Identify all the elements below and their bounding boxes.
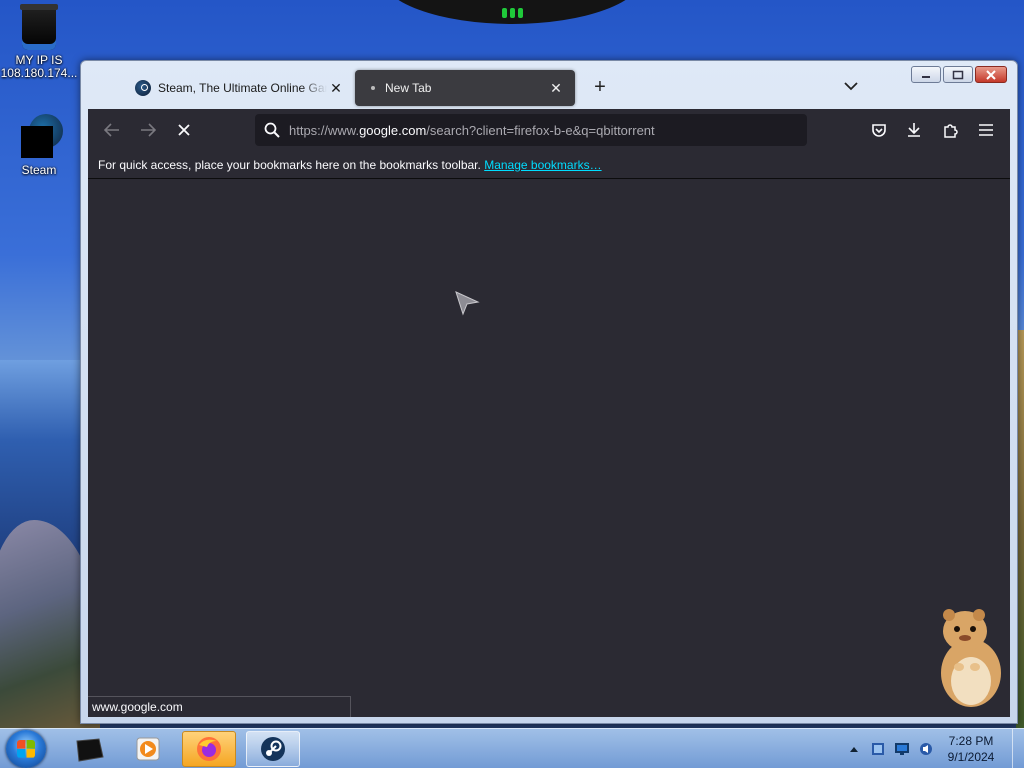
manage-bookmarks-link[interactable]: Manage bookmarks… [484,158,601,172]
tab-new-tab[interactable]: New Tab ✕ [355,70,575,106]
search-icon [255,122,289,138]
taskbar-steam[interactable] [246,731,300,767]
hamburger-menu-icon [979,124,993,136]
file-manager-icon [76,738,104,762]
loading-dot-icon [371,86,375,90]
forward-arrow-icon [141,123,156,137]
page-content[interactable]: www.google.com [88,180,1010,717]
taskbar-file-manager[interactable] [62,731,116,767]
back-arrow-icon [104,123,119,137]
monitor-icon [895,743,909,755]
book-icon [872,743,884,755]
status-bar-url: www.google.com [88,696,351,717]
clock-time: 7:28 PM [948,734,994,748]
hamster-sticker [941,609,1001,707]
bookmarks-message: For quick access, place your bookmarks h… [98,158,481,172]
tab-steam[interactable]: Steam, The Ultimate Online Game Platform… [125,70,355,106]
forward-button[interactable] [135,118,161,142]
status-led [498,8,526,18]
tray-network-icon[interactable] [890,737,914,761]
taskbar-media-player[interactable] [121,731,175,767]
show-hidden-icons-button[interactable] [842,737,866,761]
taskbar-clock[interactable]: 7:28 PM 9/1/2024 [938,733,1004,765]
list-all-tabs-button[interactable] [841,78,861,98]
chevron-down-icon [844,82,858,91]
media-player-icon [136,737,160,761]
tab-title: New Tab [385,81,432,95]
bookmarks-toolbar: For quick access, place your bookmarks h… [88,151,1010,179]
puzzle-icon [944,124,958,138]
steam-icon [135,80,151,96]
extensions-button[interactable] [937,118,963,142]
url-path: /search?client=firefox-b-e&q=qbittorrent [426,122,655,138]
steam-icon [261,737,285,761]
taskbar: 7:28 PM 9/1/2024 [0,728,1024,768]
tab-close-button[interactable]: ✕ [327,80,345,97]
mouse-cursor-icon [455,291,480,316]
pocket-button[interactable] [866,118,892,142]
url-prefix: https://www. [289,122,360,138]
app-menu-button[interactable] [973,118,999,142]
clock-date: 9/1/2024 [947,750,995,764]
show-desktop-button[interactable] [1012,729,1024,768]
speaker-icon [920,743,932,755]
firefox-window: Steam, The Ultimate Online Game Platform… [80,60,1018,724]
tab-strip: Steam, The Ultimate Online Game Platform… [89,61,1009,109]
pocket-icon [872,124,886,137]
desktop-icon-ip[interactable]: MY IP IS 108.180.174... [0,4,78,80]
stop-icon [178,124,190,136]
address-bar[interactable]: https://www.google.com/search?client=fir… [255,114,807,146]
new-tab-button[interactable]: + [589,77,611,99]
system-tray: 7:28 PM 9/1/2024 [842,729,1024,768]
desktop-icon-label: 108.180.174... [0,66,78,80]
download-icon [908,123,920,137]
steam-icon [15,114,63,160]
desktop-icon-steam[interactable]: Steam [0,114,78,177]
taskbar-firefox[interactable] [182,731,236,767]
url-host: google.com [359,122,427,138]
stop-loading-button[interactable] [171,118,197,142]
desktop-icon-label: Steam [21,163,57,177]
chevron-up-icon [850,747,858,752]
start-button[interactable] [6,730,46,768]
navigation-toolbar: https://www.google.com/search?client=fir… [88,109,1010,151]
tray-volume-icon[interactable] [914,737,938,761]
downloads-button[interactable] [901,118,927,142]
firefox-icon [197,737,221,761]
browser-frame: https://www.google.com/search?client=fir… [88,109,1010,717]
tab-title: Steam, The Ultimate Online Game Platform [158,81,327,95]
url-text: https://www.google.com/search?client=fir… [289,123,655,138]
back-button[interactable] [99,118,125,142]
tab-close-button[interactable]: ✕ [547,80,565,97]
tray-app-icon[interactable] [866,737,890,761]
recycle-bin-icon [20,4,58,50]
